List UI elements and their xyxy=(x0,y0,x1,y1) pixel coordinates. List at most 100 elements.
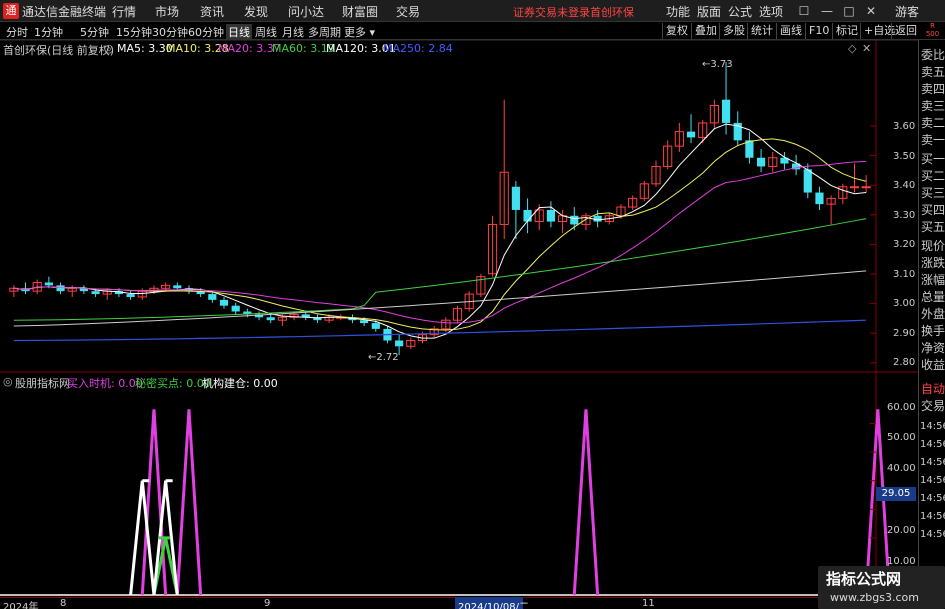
side-turnover[interactable]: 换手 xyxy=(920,324,945,339)
side-outer[interactable]: 外盘 xyxy=(920,307,945,322)
price-tick: 2.90 xyxy=(893,328,916,339)
side-change[interactable]: 涨跌 xyxy=(920,256,945,271)
menu-info[interactable]: 资讯 xyxy=(200,3,224,20)
tool-statistics[interactable]: 统计 xyxy=(747,23,776,39)
security-name: 首创环保 xyxy=(590,6,634,19)
menu-trade[interactable]: 交易 xyxy=(396,3,420,20)
side-bid-ratio[interactable]: 委比 xyxy=(920,48,945,63)
side-ask4[interactable]: 卖四 xyxy=(920,82,945,97)
period-60min[interactable]: 60分钟 xyxy=(188,24,224,40)
period-1min[interactable]: 1分钟 xyxy=(34,24,63,40)
menu-formula[interactable]: 公式 xyxy=(728,3,752,20)
period-more[interactable]: 更多 ▾ xyxy=(344,24,375,40)
candle-body xyxy=(360,320,369,324)
period-5min[interactable]: 5分钟 xyxy=(80,24,109,40)
tool-draw[interactable]: 画线 xyxy=(776,23,805,39)
candle-body xyxy=(523,209,532,222)
guest-label[interactable]: 游客 xyxy=(895,3,919,20)
legend-toggle-icon[interactable]: ◎ xyxy=(104,42,114,55)
period-weekly[interactable]: 周线 xyxy=(255,24,277,40)
candle-body xyxy=(803,169,812,193)
time-entry: 14:56 xyxy=(920,493,945,504)
period-15min[interactable]: 15分钟 xyxy=(116,24,152,40)
side-ask2[interactable]: 卖二 xyxy=(920,116,945,131)
side-bid1[interactable]: 买一 xyxy=(920,152,945,167)
side-bid2[interactable]: 买二 xyxy=(920,169,945,184)
tool-mark[interactable]: 标记 xyxy=(832,23,861,39)
price-tick: 3.00 xyxy=(893,298,916,309)
menu-market-quotes[interactable]: 行情 xyxy=(112,3,136,20)
side-ask1[interactable]: 卖一 xyxy=(920,133,945,148)
time-entry: 14:56 xyxy=(920,511,945,522)
price-tick: 3.60 xyxy=(893,121,916,132)
time-entry: 14:56 xyxy=(920,457,945,468)
tool-adjust[interactable]: 复权 xyxy=(662,23,691,39)
menu-layout[interactable]: 版面 xyxy=(697,3,721,20)
period-daily[interactable]: 日线 xyxy=(226,24,252,40)
menu-market[interactable]: 市场 xyxy=(155,3,179,20)
tool-back[interactable]: 返回 xyxy=(891,23,920,39)
price-tick: 3.10 xyxy=(893,269,916,280)
candle-body xyxy=(756,157,766,167)
menu-options[interactable]: 选项 xyxy=(759,3,783,20)
side-ask5[interactable]: 卖五 xyxy=(920,65,945,80)
menu-ask-xiaoda[interactable]: 问小达 xyxy=(288,3,324,20)
side-bid5[interactable]: 买五 xyxy=(920,220,945,235)
ma60-line xyxy=(13,218,867,321)
side-trade[interactable]: 交易 xyxy=(920,399,945,414)
ma20-line xyxy=(13,160,867,324)
side-bid3[interactable]: 买三 xyxy=(920,186,945,201)
side-volume[interactable]: 总量 xyxy=(920,290,945,305)
candle-body xyxy=(371,323,380,329)
menu-bar: 通 通达信金融终端 行情 市场 资讯 发现 问小达 财富圈 交易 证券交易未登录… xyxy=(0,0,945,22)
candle-body xyxy=(815,192,824,205)
side-auto[interactable]: 自动 xyxy=(920,382,945,397)
app-logo-icon: 通 xyxy=(3,3,19,19)
candle-body xyxy=(593,215,602,222)
side-bid4[interactable]: 买四 xyxy=(920,203,945,218)
watermark-title: 指标公式网 xyxy=(826,570,902,588)
period-timeshare[interactable]: 分时 xyxy=(6,24,28,40)
maximize-icon[interactable]: □ xyxy=(840,2,858,20)
minimize-icon[interactable]: — xyxy=(818,2,836,20)
app-title: 通达信金融终端 xyxy=(22,5,107,19)
candle-body xyxy=(231,305,240,312)
tool-multi-stock[interactable]: 多股 xyxy=(719,23,748,39)
tool-overlay[interactable]: 叠加 xyxy=(691,23,720,39)
side-change-pct[interactable]: 涨幅 xyxy=(920,273,945,288)
candle-body xyxy=(395,340,404,347)
side-earnings[interactable]: 收益 xyxy=(920,358,945,373)
skin-icon[interactable]: ☐ xyxy=(795,2,813,20)
candle-body xyxy=(91,291,100,295)
menu-wealth-circle[interactable]: 财富圈 xyxy=(342,3,378,20)
r500-badge: R 500 xyxy=(925,22,940,38)
settings-diamond-icon[interactable]: ◇ xyxy=(848,42,856,55)
login-status[interactable]: 证券交易未登录 xyxy=(513,4,590,20)
close-icon[interactable]: ✕ xyxy=(862,2,880,20)
current-value-badge: 29.05 xyxy=(876,487,916,501)
period-monthly[interactable]: 月线 xyxy=(282,24,304,40)
period-multi[interactable]: 多周期 xyxy=(308,24,341,40)
side-net-assets[interactable]: 净资 xyxy=(920,341,945,356)
price-tick: 3.20 xyxy=(893,239,916,250)
menu-functions[interactable]: 功能 xyxy=(666,3,690,20)
tool-f10[interactable]: F10 xyxy=(805,23,832,39)
period-toolbar: 分时 1分钟 5分钟 15分钟 30分钟 60分钟 日线 周线 月线 多周期 更… xyxy=(0,22,945,40)
buy-timing-label: 买入时机: 0.00 xyxy=(67,377,143,390)
menu-discover[interactable]: 发现 xyxy=(244,3,268,20)
ma5-label: MA5: 3.30 xyxy=(117,42,173,55)
ind-tick: 20.00 xyxy=(887,525,916,536)
candle-body xyxy=(721,99,731,123)
ma5-line xyxy=(13,123,867,339)
candle-body xyxy=(686,131,696,138)
kline-chart[interactable] xyxy=(0,40,918,597)
indicator-toggle-icon[interactable]: ◎ xyxy=(3,375,13,388)
price-tick: 3.50 xyxy=(893,151,916,162)
candle-body xyxy=(861,186,871,189)
candle-body xyxy=(511,186,520,210)
period-30min[interactable]: 30分钟 xyxy=(152,24,188,40)
low-label: ←2.72 xyxy=(368,352,399,363)
side-price[interactable]: 现价 xyxy=(920,239,945,254)
side-ask3[interactable]: 卖三 xyxy=(920,99,945,114)
chart-close-icon[interactable]: ✕ xyxy=(862,42,871,55)
